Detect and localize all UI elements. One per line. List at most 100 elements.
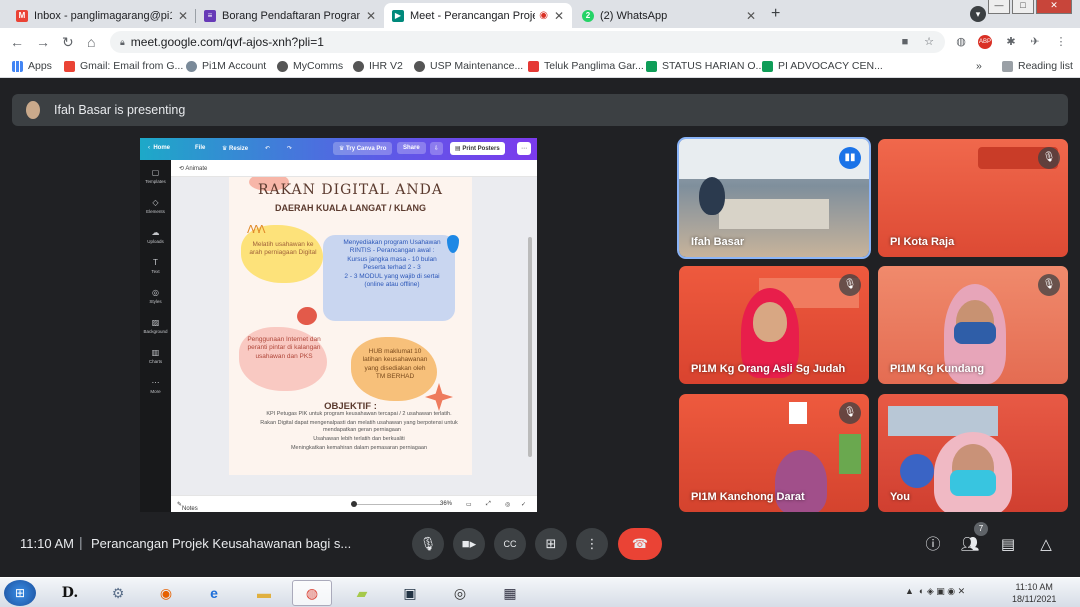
canva-resize-button[interactable]: ♛ Resize — [222, 145, 248, 152]
participant-tile[interactable]: 🎙︎ PI Kota Raja — [878, 139, 1068, 257]
sidebar-item-elements[interactable]: ◇ Elements — [140, 198, 171, 214]
new-tab-button[interactable]: + — [771, 5, 780, 23]
bookmark-gmail[interactable]: Gmail: Email from G... — [64, 60, 183, 72]
participant-tile[interactable]: ▮▮ Ifah Basar — [677, 137, 871, 259]
reading-list-button[interactable]: Reading list — [1002, 60, 1073, 72]
camera-button[interactable]: ■▸ — [453, 528, 485, 560]
bookmark-advocacy[interactable]: PI ADVOCACY CEN... — [762, 60, 883, 72]
microphone-button[interactable]: 🎙︎ — [412, 528, 444, 560]
sidebar-item-background[interactable]: ▨ Background — [140, 318, 171, 334]
check-icon[interactable]: ✓ — [521, 501, 526, 508]
sidebar-item-text[interactable]: T Text — [140, 258, 171, 274]
tab-forms[interactable]: ≡ Borang Pendaftaran Program Inte ✕ — [196, 3, 384, 28]
taskbar-calculator-icon[interactable]: ▦ — [490, 580, 530, 606]
bookmark-usp[interactable]: USP Maintenance... — [414, 60, 523, 72]
close-icon[interactable]: ✕ — [554, 9, 564, 23]
undo-icon[interactable]: ↶ — [265, 145, 270, 152]
bookmark-pi1m[interactable]: Pi1M Account — [186, 60, 266, 72]
sidebar-item-styles[interactable]: ◎ Styles — [140, 288, 171, 304]
chat-button[interactable]: ▤ — [998, 535, 1018, 555]
leave-call-button[interactable]: ☎ — [618, 528, 662, 560]
back-icon[interactable]: ← — [10, 34, 24, 50]
print-posters-button[interactable]: ▤ Print Posters — [450, 142, 505, 155]
gmail-icon — [64, 60, 75, 72]
close-icon[interactable]: ✕ — [746, 9, 756, 23]
canvas-scrollbar[interactable] — [528, 237, 532, 457]
participant-tile[interactable]: You — [878, 394, 1068, 512]
more-options-button[interactable]: ⋮ — [576, 528, 608, 560]
zoom-slider[interactable] — [351, 504, 441, 505]
present-screen-icon: ⊞ — [545, 536, 557, 551]
people-button[interactable]: 👥︎ — [960, 535, 980, 555]
reload-icon[interactable]: ↻ — [62, 34, 74, 51]
taskbar-chrome-icon[interactable]: ◍ — [292, 580, 332, 606]
more-options-icon[interactable]: ⋯ — [517, 142, 531, 155]
home-icon[interactable]: ⌂ — [87, 34, 95, 50]
taskbar-app-green[interactable]: ▰ — [342, 580, 382, 606]
participant-tile[interactable]: 🎙︎ PI1M Kg Orang Asli Sg Judah — [679, 266, 869, 384]
globe-icon[interactable]: ◍ — [954, 35, 968, 49]
try-canva-pro-button[interactable]: ♛ Try Canva Pro — [333, 142, 393, 155]
maximize-button[interactable]: □ — [1012, 0, 1034, 14]
tab-meet[interactable]: ▶ Meet - Perancangan Projek K ◉ ✕ — [384, 3, 572, 28]
start-button[interactable]: ⊞ — [4, 580, 36, 606]
taskbar-clock[interactable]: 11:10 AM 18/11/2021 — [1012, 581, 1056, 605]
bookmark-star-icon[interactable]: ☆ — [922, 35, 936, 49]
taskbar-app-network[interactable]: ⚙ — [98, 580, 138, 606]
bookmark-apps[interactable]: Apps — [12, 60, 52, 72]
canvas-area: RAKAN DIGITAL ANDA DAERAH KUALA LANGAT /… — [171, 177, 537, 495]
bookmark-status[interactable]: STATUS HARIAN O... — [646, 60, 764, 72]
close-window-button[interactable]: ✕ — [1036, 0, 1072, 14]
menu-icon[interactable]: ⋮ — [1054, 35, 1068, 49]
download-icon[interactable]: ⇩ — [430, 142, 444, 155]
sidebar-item-uploads[interactable]: ☁ Uploads — [140, 228, 171, 244]
objective-item: KPI Petugas PIK untuk program keusahawan… — [266, 411, 452, 417]
sidebar-item-more[interactable]: ⋯ More — [140, 378, 171, 394]
share-button[interactable]: Share — [397, 142, 426, 154]
extensions-icon[interactable]: ✱ — [1004, 35, 1018, 49]
tab-whatsapp[interactable]: 2 (2) WhatsApp ✕ — [574, 3, 764, 28]
participant-tile[interactable]: 🎙︎ PI1M Kg Kundang — [878, 266, 1068, 384]
captions-button[interactable]: CC — [494, 528, 526, 560]
pages-icon[interactable]: ▭ — [466, 501, 472, 508]
close-icon[interactable]: ✕ — [366, 9, 376, 23]
taskbar-app-camera[interactable]: ◎ — [440, 580, 480, 606]
bookmark-ihr[interactable]: IHR V2 — [353, 60, 403, 72]
canva-home-button[interactable]: ‹ Home — [148, 145, 170, 151]
fullscreen-icon[interactable]: ⤢ — [486, 501, 491, 508]
taskbar-app-screen[interactable]: ▣ — [390, 580, 430, 606]
box2-line: Peserta terhad 2 - 3 — [363, 264, 421, 272]
taskbar-app-d[interactable]: D. — [50, 580, 90, 606]
zoom-slider-handle[interactable] — [351, 501, 357, 507]
sidebar-item-templates[interactable]: ▢ Templates — [140, 168, 171, 184]
sidebar-item-charts[interactable]: ▥ Charts — [140, 348, 171, 364]
help-icon[interactable]: ◎ — [505, 501, 510, 508]
taskbar-explorer-icon[interactable]: ▬ — [244, 580, 284, 606]
adblock-icon[interactable]: ABP — [978, 35, 992, 49]
camera-icon[interactable]: ■ — [898, 35, 912, 49]
heart-decor — [295, 305, 319, 327]
redo-icon[interactable]: ↷ — [287, 145, 292, 152]
taskbar-firefox-icon[interactable]: ◉ — [146, 580, 186, 606]
tab-gmail[interactable]: M Inbox - panglimagarang@pi1m. ✕ — [8, 3, 196, 28]
notes-button[interactable]: ✎ Notes — [177, 501, 198, 512]
close-icon[interactable]: ✕ — [178, 9, 188, 23]
present-button[interactable]: ⊞ — [535, 528, 567, 560]
canva-file-button[interactable]: File — [195, 145, 205, 151]
presentation-screen[interactable]: ‹ Home File ♛ Resize ↶ ↷ ♛ Try Canva Pro… — [140, 138, 537, 512]
system-tray[interactable]: ▲ ◐ ◈ ▣ ◉ ✕ — [905, 586, 965, 597]
forward-icon[interactable]: → — [36, 34, 50, 50]
bookmark-teluk[interactable]: Teluk Panglima Gar... — [528, 60, 644, 72]
tab-search-icon[interactable]: ▾ — [970, 6, 986, 22]
taskbar-ie-icon[interactable]: e — [194, 580, 234, 606]
participant-tile[interactable]: 🎙︎ PI1M Kanchong Darat — [679, 394, 869, 512]
extension-icon[interactable]: ✈ — [1028, 35, 1042, 49]
bookmark-mycomms[interactable]: MyComms — [277, 60, 343, 72]
meeting-details-button[interactable]: ⓘ — [923, 535, 943, 555]
minimize-button[interactable]: — — [988, 0, 1010, 14]
apps-grid-icon — [12, 60, 23, 72]
address-bar[interactable]: 🔒︎ meet.google.com/qvf-ajos-xnh?pli=1 — [110, 31, 945, 53]
activities-button[interactable]: △ — [1036, 535, 1056, 555]
animate-button[interactable]: ⟲ Animate — [171, 160, 537, 177]
more-bookmarks-button[interactable]: » — [976, 60, 982, 72]
